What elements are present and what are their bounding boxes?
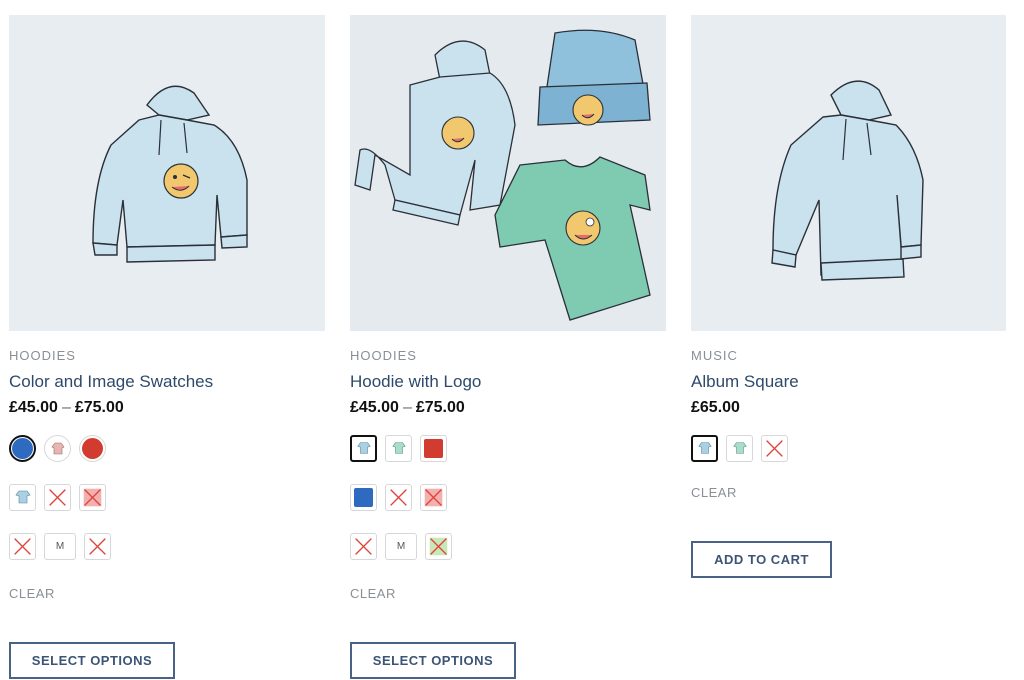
price-separator: –	[61, 399, 71, 416]
color-swatches	[9, 434, 325, 462]
style-swatches	[691, 434, 1006, 462]
product-category[interactable]: HOODIES	[9, 348, 325, 364]
swatch-image-tshirt-blue[interactable]	[691, 434, 718, 462]
style-swatches	[9, 483, 325, 511]
swatch-size-unavailable-image[interactable]	[425, 532, 452, 560]
swatch-red[interactable]	[420, 434, 447, 462]
cross-icon	[390, 488, 407, 506]
clear-link[interactable]: CLEAR	[691, 485, 1006, 501]
tshirt-thumb-icon	[391, 442, 406, 454]
swatch-image-tshirt-green[interactable]	[385, 434, 412, 462]
swatch-unavailable[interactable]	[44, 483, 71, 511]
size-swatches: M	[350, 532, 666, 560]
clear-link[interactable]: CLEAR	[9, 586, 325, 602]
cross-icon	[424, 488, 443, 506]
cross-icon	[83, 488, 102, 506]
product-card: HOODIES Hoodie with Logo £45.00– £75.00 M…	[350, 15, 666, 679]
cross-icon	[766, 439, 783, 457]
select-options-button[interactable]: SELECT OPTIONS	[9, 642, 175, 679]
tshirt-thumb-icon	[732, 442, 747, 454]
price-from: £45.00	[350, 399, 399, 416]
color-swatches	[350, 483, 666, 511]
product-title[interactable]: Hoodie with Logo	[350, 372, 666, 392]
product-price: £65.00	[691, 399, 740, 416]
add-to-cart-button[interactable]: ADD TO CART	[691, 541, 832, 578]
price-from: £45.00	[9, 399, 58, 416]
cross-icon	[355, 537, 372, 555]
clear-link[interactable]: CLEAR	[350, 586, 666, 602]
product-image[interactable]	[9, 15, 325, 331]
swatch-blue[interactable]	[9, 434, 36, 462]
select-options-button[interactable]: SELECT OPTIONS	[350, 642, 516, 679]
product-price: £45.00– £75.00	[350, 398, 666, 418]
product-title[interactable]: Color and Image Swatches	[9, 372, 325, 392]
tshirt-thumb-icon	[15, 490, 30, 504]
size-swatches: M	[9, 532, 325, 560]
swatch-size-unavailable[interactable]	[84, 532, 111, 560]
swatch-unavailable-image[interactable]	[420, 483, 447, 511]
swatch-blue[interactable]	[350, 483, 377, 511]
product-price: £45.00– £75.00	[9, 398, 325, 418]
price-to: £75.00	[415, 399, 465, 416]
product-card: HOODIES Color and Image Swatches £45.00–…	[9, 15, 325, 679]
product-category[interactable]: MUSIC	[691, 348, 1006, 364]
swatch-unavailable[interactable]	[761, 434, 788, 462]
swatch-red[interactable]	[79, 434, 106, 462]
style-swatches	[350, 434, 666, 462]
cross-icon	[49, 488, 66, 506]
swatch-unavailable-image[interactable]	[79, 483, 106, 511]
price-to: £75.00	[74, 399, 124, 416]
swatch-image-tshirt-blue[interactable]	[350, 434, 377, 462]
cross-icon	[14, 537, 31, 555]
swatch-size-unavailable[interactable]	[350, 532, 377, 560]
swatch-image-tshirt[interactable]	[9, 483, 36, 511]
hoodie-illustration	[771, 80, 924, 281]
cross-icon	[429, 537, 448, 555]
product-card: MUSIC Album Square £65.00 CLEAR ADD TO C…	[691, 15, 1006, 578]
hoodie-beanie-tshirt-illustration	[354, 29, 651, 321]
hoodie-illustration	[92, 85, 248, 263]
hoodie-thumb-icon	[51, 442, 64, 455]
cross-icon	[89, 537, 106, 555]
product-image[interactable]	[691, 15, 1006, 331]
swatch-image-tshirt-green[interactable]	[726, 434, 753, 462]
swatch-size-m[interactable]: M	[44, 532, 76, 560]
tshirt-thumb-icon	[356, 442, 371, 454]
price-separator: –	[402, 399, 412, 416]
swatch-unavailable[interactable]	[385, 483, 412, 511]
product-category[interactable]: HOODIES	[350, 348, 666, 364]
product-image[interactable]	[350, 15, 666, 331]
swatch-size-m[interactable]: M	[385, 532, 417, 560]
tshirt-thumb-icon	[697, 442, 712, 454]
swatch-size-unavailable[interactable]	[9, 532, 36, 560]
swatch-image-hoodie[interactable]	[44, 434, 71, 462]
product-title[interactable]: Album Square	[691, 372, 1006, 392]
